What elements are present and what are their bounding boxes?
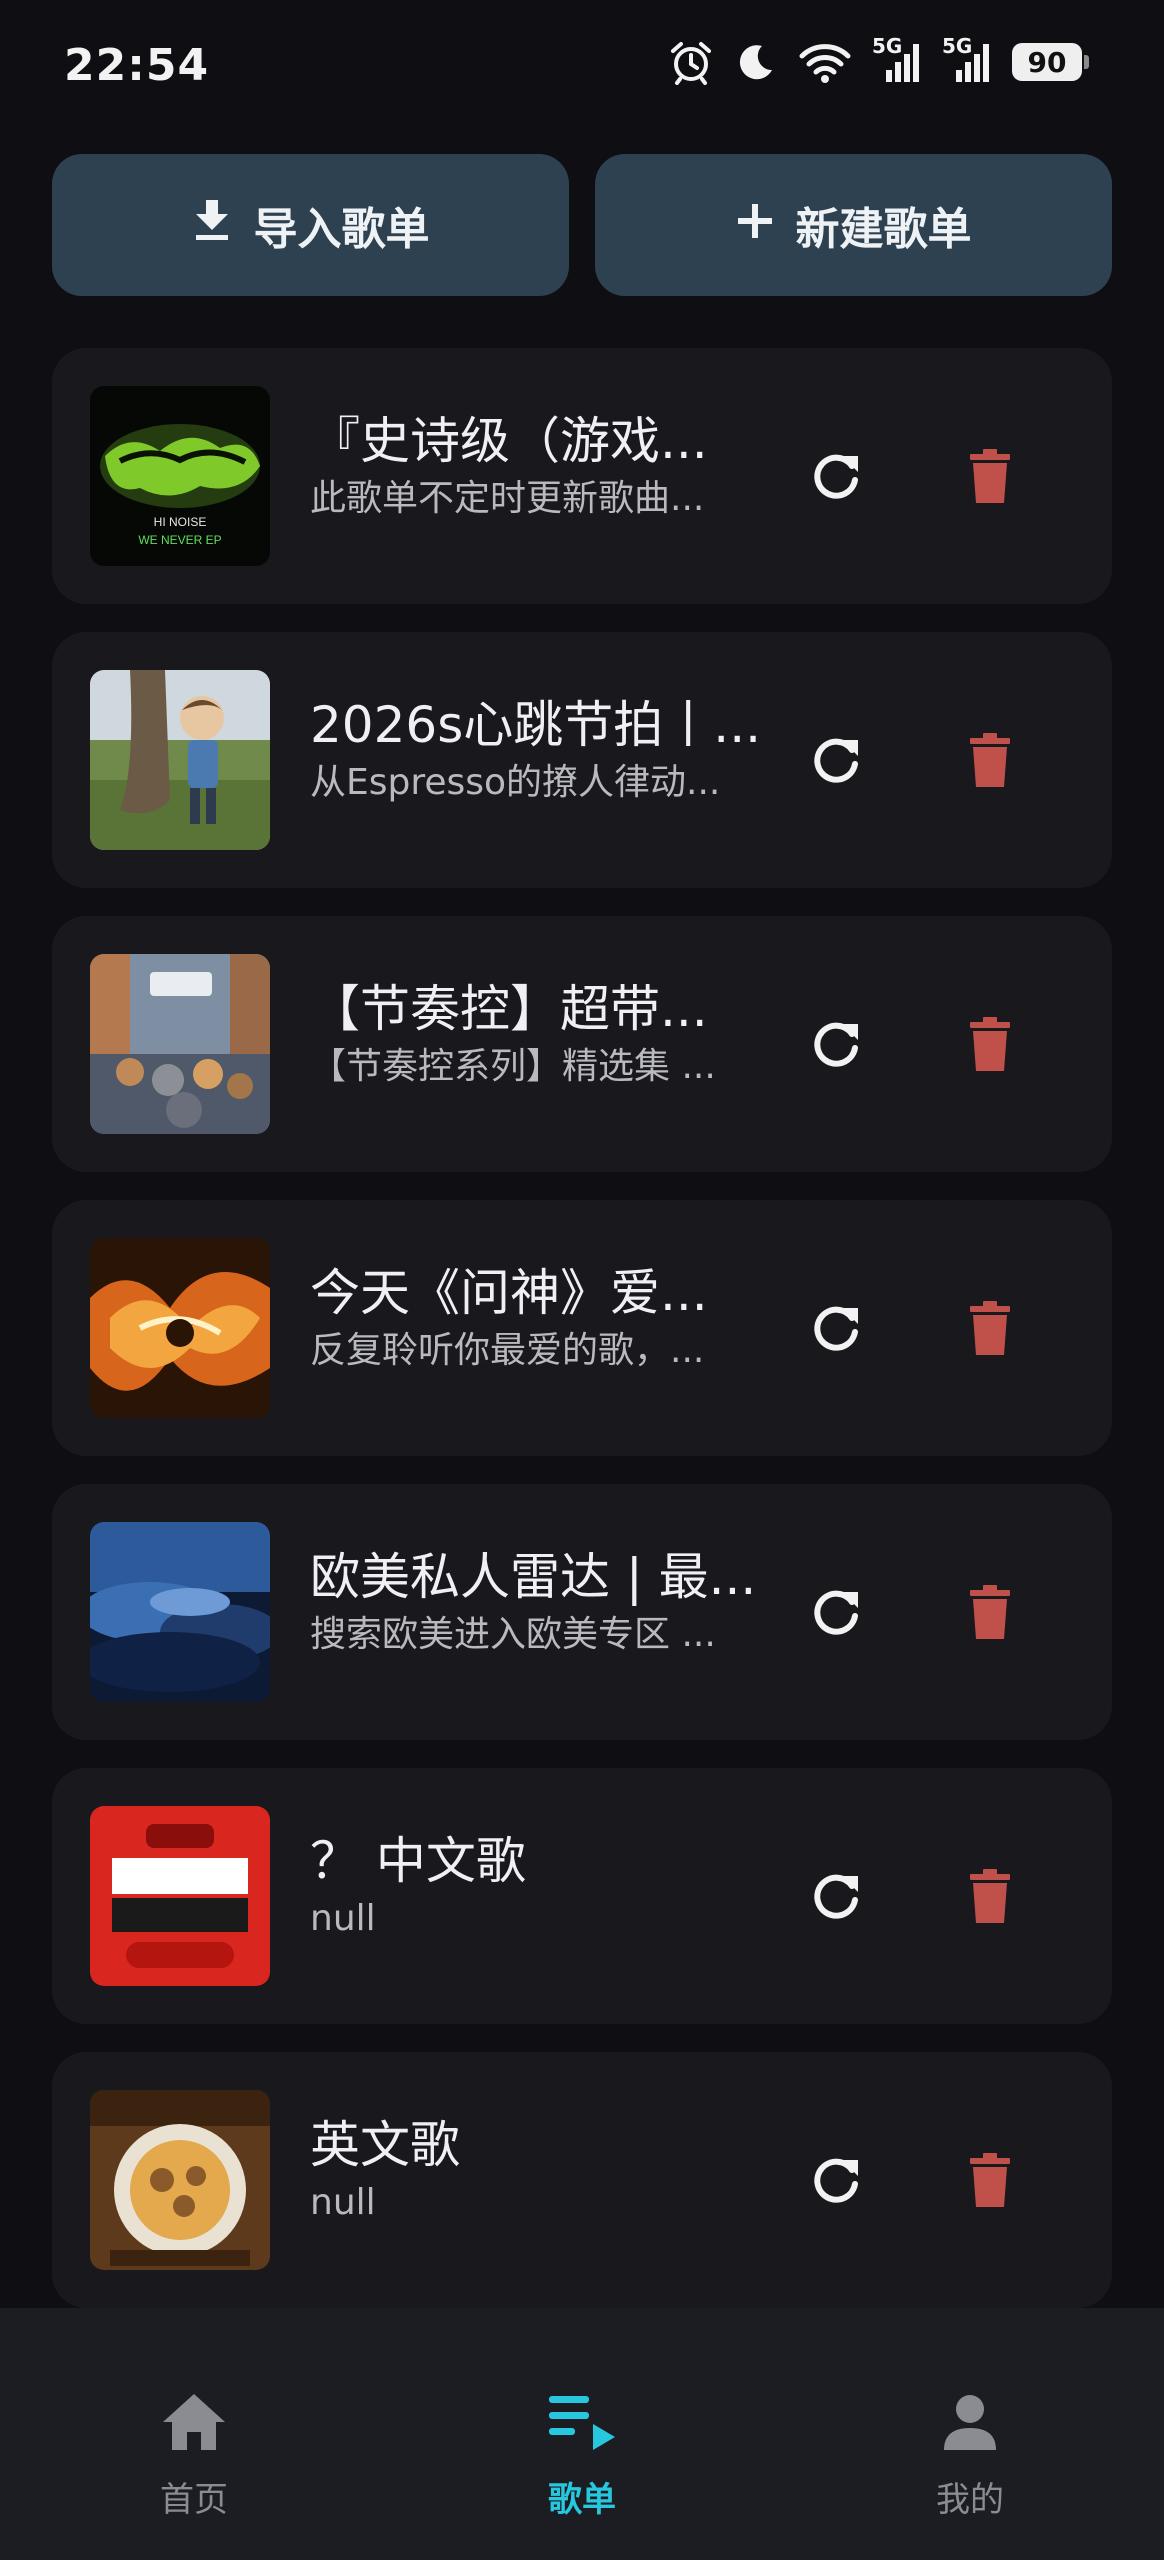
nav-home-label: 首页: [160, 2480, 228, 2520]
delete-icon[interactable]: [960, 730, 1020, 790]
refresh-icon[interactable]: [806, 1298, 866, 1358]
status-time: 22:54: [64, 40, 210, 91]
playlist-cover: [90, 1522, 270, 1702]
playlist-card[interactable]: 今天《问神》爱... 反复聆听你最爱的歌，...: [52, 1200, 1112, 1456]
delete-icon[interactable]: [960, 2150, 1020, 2210]
person-icon: [940, 2392, 1000, 2456]
delete-icon[interactable]: [960, 446, 1020, 506]
bottom-nav: 首页 歌单 我的: [0, 2308, 1164, 2560]
refresh-icon[interactable]: [806, 2150, 866, 2210]
alarm-icon: [668, 39, 714, 85]
playlist-icon: [547, 2392, 617, 2456]
create-playlist-label: 新建歌单: [795, 204, 972, 255]
playlist-text: 【节奏控】超带... 【节奏控系列】精选集 ...: [310, 978, 770, 1092]
playlist-text: 今天《问神》爱... 反复聆听你最爱的歌，...: [310, 1262, 770, 1376]
playlist-cover: [90, 1238, 270, 1418]
playlist-subtitle: 【节奏控系列】精选集 ...: [310, 1046, 716, 1087]
refresh-icon[interactable]: [806, 1014, 866, 1074]
refresh-icon[interactable]: [806, 1582, 866, 1642]
download-icon: [192, 198, 232, 253]
playlist-title: 欧美私人雷达 | 最...: [310, 1548, 757, 1606]
delete-icon[interactable]: [960, 1298, 1020, 1358]
nav-home[interactable]: 首页: [0, 2308, 388, 2560]
playlist-text: 英文歌 null: [310, 2114, 770, 2228]
battery-icon: 90: [1012, 43, 1089, 81]
nav-playlist-label: 歌单: [548, 2480, 616, 2520]
playlist-title: 【节奏控】超带...: [310, 980, 708, 1038]
create-playlist-button[interactable]: 新建歌单: [595, 154, 1112, 296]
playlist-title: 今天《问神》爱...: [310, 1264, 708, 1322]
delete-icon[interactable]: [960, 1014, 1020, 1074]
moon-icon: [734, 40, 778, 84]
playlist-card[interactable]: 2026s心跳节拍丨... 从Espresso的撩人律动...: [52, 632, 1112, 888]
playlist-title: 『史诗级（游戏...: [310, 412, 708, 470]
delete-icon[interactable]: [960, 1866, 1020, 1926]
refresh-icon[interactable]: [806, 730, 866, 790]
svg-text:WE NEVER EP: WE NEVER EP: [138, 533, 221, 547]
signal-icon: 5G: [872, 34, 922, 86]
playlist-cover: [90, 2090, 270, 2270]
nav-playlist[interactable]: 歌单: [388, 2308, 776, 2560]
nav-mine-label: 我的: [936, 2480, 1004, 2520]
playlist-subtitle: null: [310, 1898, 376, 1939]
playlist-list: HI NOISE WE NEVER EP 『史诗级（游戏... 此歌单不定时更新…: [52, 348, 1112, 2416]
playlist-subtitle: 此歌单不定时更新歌曲...: [310, 478, 705, 519]
playlist-card[interactable]: 英文歌 null: [52, 2052, 1112, 2308]
import-playlist-button[interactable]: 导入歌单: [52, 154, 569, 296]
playlist-card[interactable]: 欧美私人雷达 | 最... 搜索欧美进入欧美专区 ...: [52, 1484, 1112, 1740]
refresh-icon[interactable]: [806, 446, 866, 506]
playlist-text: ？ 中文歌 null: [310, 1830, 770, 1944]
playlist-cover: HI NOISE WE NEVER EP: [90, 386, 270, 566]
playlist-cover: [90, 670, 270, 850]
playlist-title: 英文歌: [310, 2116, 460, 2174]
playlist-card[interactable]: ？ 中文歌 null: [52, 1768, 1112, 2024]
playlist-subtitle: 搜索欧美进入欧美专区 ...: [310, 1614, 716, 1655]
playlist-subtitle: 从Espresso的撩人律动...: [310, 762, 721, 803]
top-actions: 导入歌单 新建歌单: [52, 154, 1112, 296]
playlist-card[interactable]: 【节奏控】超带... 【节奏控系列】精选集 ...: [52, 916, 1112, 1172]
delete-icon[interactable]: [960, 1582, 1020, 1642]
playlist-title: 2026s心跳节拍丨...: [310, 696, 761, 754]
wifi-icon: [798, 40, 852, 84]
playlist-subtitle: 反复聆听你最爱的歌，...: [310, 1330, 705, 1371]
status-icons: 5G 5G 90: [668, 34, 1089, 86]
battery-level: 90: [1027, 45, 1067, 79]
screen: 22:54 5G 5G 90 导入歌单 新建歌单 HI NOISE WE NEV…: [0, 0, 1164, 2560]
status-bar: 22:54 5G 5G 90: [0, 0, 1164, 140]
playlist-title: ？ 中文歌: [310, 1832, 526, 1890]
playlist-text: 『史诗级（游戏... 此歌单不定时更新歌曲...: [310, 410, 770, 524]
refresh-icon[interactable]: [806, 1866, 866, 1926]
home-icon: [161, 2392, 227, 2456]
playlist-text: 2026s心跳节拍丨... 从Espresso的撩人律动...: [310, 694, 770, 808]
plus-icon: [736, 200, 774, 251]
nav-mine[interactable]: 我的: [776, 2308, 1164, 2560]
playlist-card[interactable]: HI NOISE WE NEVER EP 『史诗级（游戏... 此歌单不定时更新…: [52, 348, 1112, 604]
playlist-cover: [90, 1806, 270, 1986]
playlist-text: 欧美私人雷达 | 最... 搜索欧美进入欧美专区 ...: [310, 1546, 770, 1660]
playlist-subtitle: null: [310, 2182, 376, 2223]
signal-icon: 5G: [942, 34, 992, 86]
import-playlist-label: 导入歌单: [253, 204, 430, 255]
svg-text:HI NOISE: HI NOISE: [154, 515, 207, 529]
playlist-cover: [90, 954, 270, 1134]
